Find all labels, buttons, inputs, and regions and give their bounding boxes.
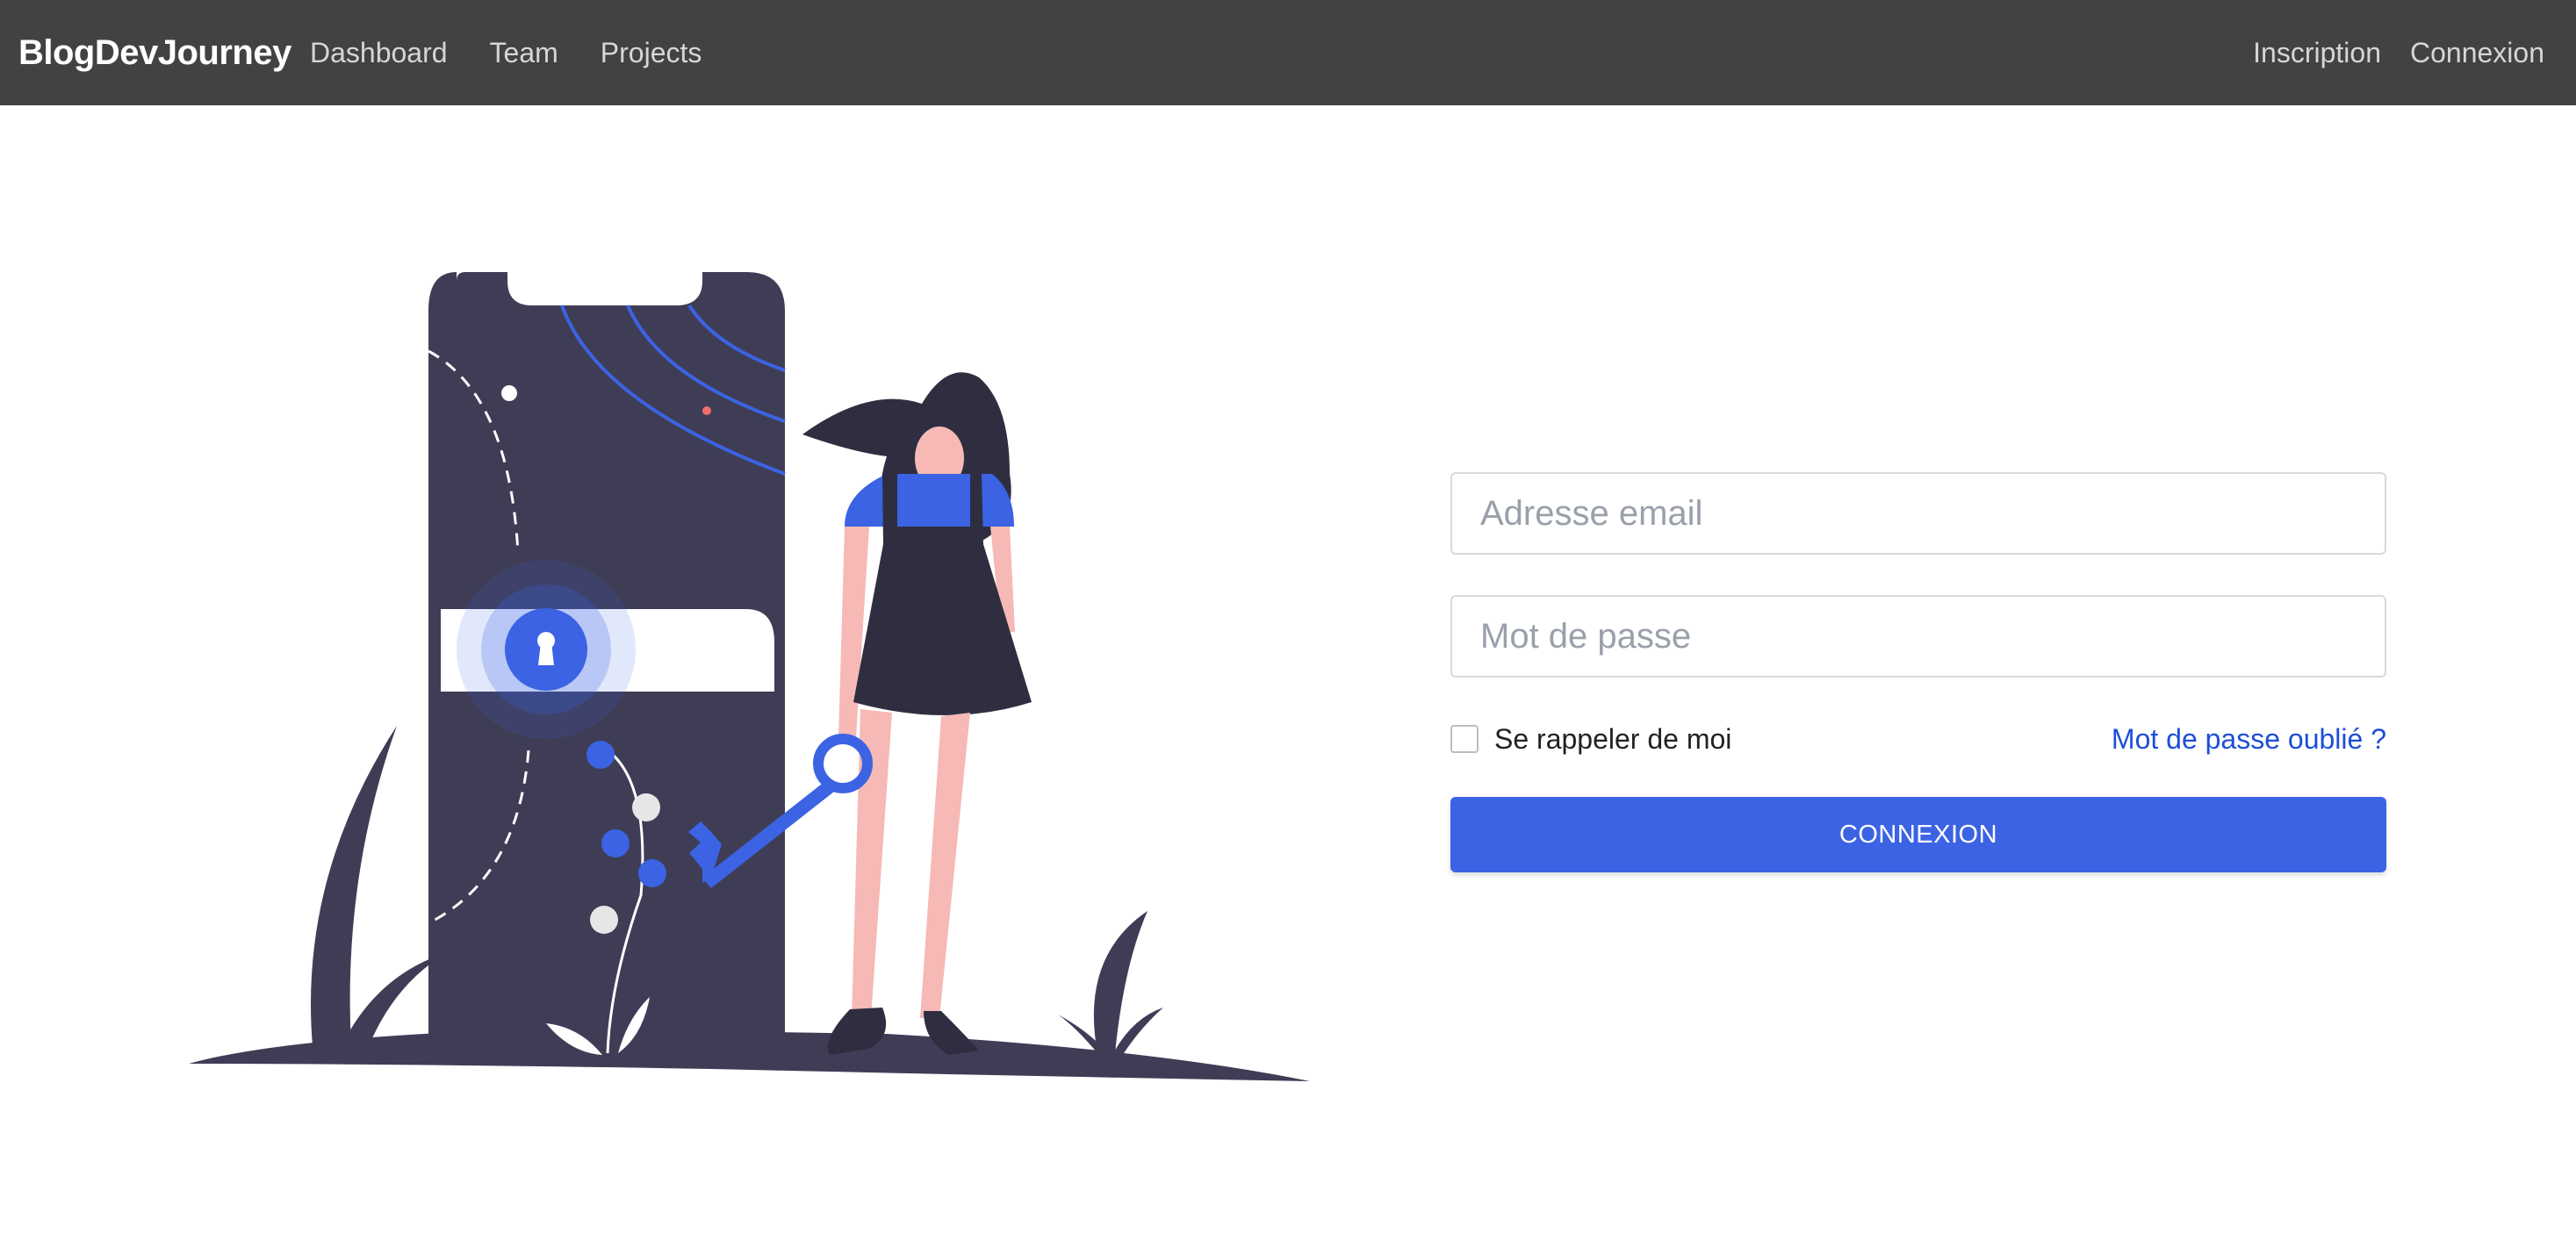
- flower-dot-2: [632, 793, 660, 821]
- nav-link-connexion[interactable]: Connexion: [2410, 33, 2544, 72]
- plant-right-leaf-2: [1113, 1008, 1163, 1053]
- brand-logo[interactable]: BlogDevJourney: [18, 32, 291, 74]
- forgot-password-link[interactable]: Mot de passe oublié ?: [2112, 723, 2386, 756]
- white-dot: [501, 385, 517, 401]
- woman-leg-left: [852, 709, 892, 1018]
- nav-link-inscription[interactable]: Inscription: [2253, 33, 2381, 72]
- remember-me[interactable]: Se rappeler de moi: [1450, 723, 1731, 756]
- red-dot: [702, 406, 711, 415]
- woman-shirt: [845, 474, 1014, 527]
- login-form: Se rappeler de moi Mot de passe oublié ?…: [1450, 472, 2386, 872]
- nav-right: Inscription Connexion: [2224, 33, 2544, 72]
- login-illustration: [184, 263, 1317, 1088]
- remember-me-checkbox[interactable]: [1450, 725, 1479, 753]
- nav-link-team[interactable]: Team: [490, 33, 558, 72]
- flower-dot-1: [586, 741, 615, 769]
- top-navbar: BlogDevJourney Dashboard Team Projects I…: [0, 0, 2576, 105]
- flower-dot-3: [601, 829, 630, 857]
- nav-link-dashboard[interactable]: Dashboard: [310, 33, 448, 72]
- form-options-row: Se rappeler de moi Mot de passe oublié ?: [1450, 721, 2386, 757]
- remember-me-label: Se rappeler de moi: [1494, 722, 1732, 755]
- flower-dot-4: [638, 859, 666, 887]
- password-input[interactable]: [1450, 595, 2386, 678]
- woman-leg-right: [920, 713, 970, 1018]
- keyhole-bottom: [538, 642, 554, 665]
- email-input[interactable]: [1450, 472, 2386, 555]
- woman-arm-left: [838, 527, 869, 737]
- flower-dot-5: [590, 906, 618, 934]
- nav-left: Dashboard Team Projects: [310, 33, 744, 72]
- nav-link-projects[interactable]: Projects: [601, 33, 702, 72]
- login-submit-button[interactable]: CONNEXION: [1450, 797, 2386, 872]
